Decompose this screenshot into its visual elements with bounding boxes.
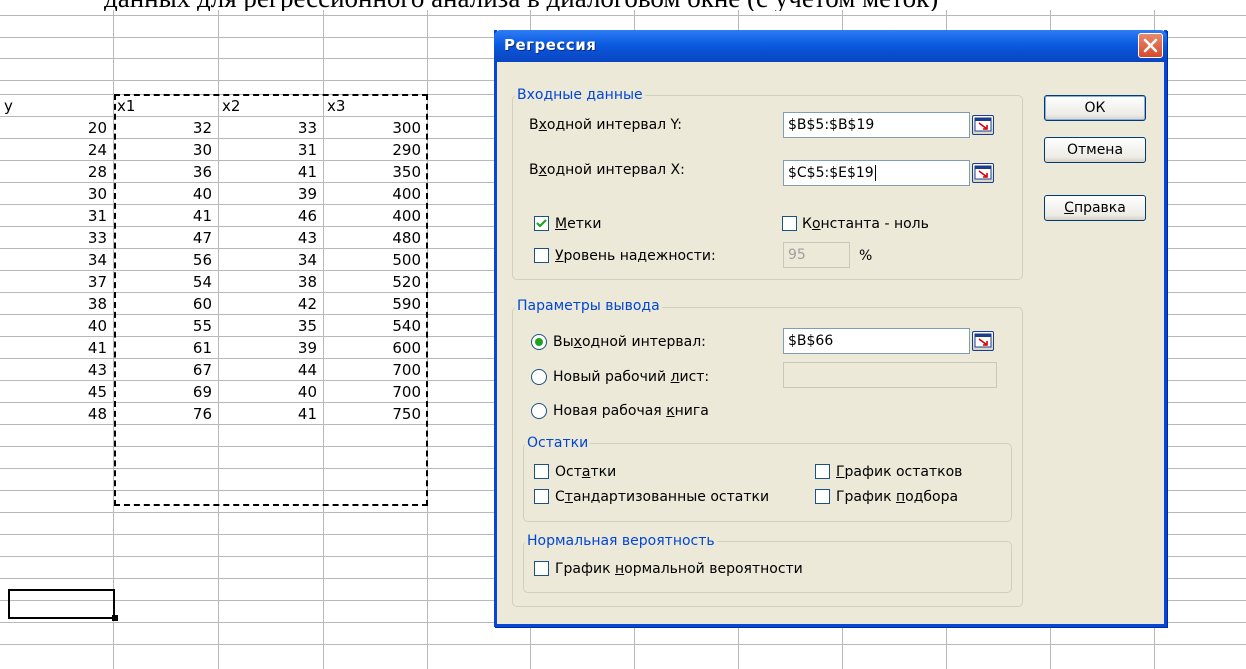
close-button[interactable] — [1138, 33, 1163, 58]
confidence-level-checkbox[interactable] — [534, 248, 549, 263]
range-select-icon — [974, 117, 992, 132]
dialog-title: Регрессия — [504, 36, 597, 54]
table-cell[interactable]: 30 — [7, 184, 107, 204]
new-sheet-radio[interactable] — [531, 369, 547, 385]
selection-marquee — [114, 94, 428, 506]
y-range-label: Входной интервал Y: — [529, 117, 682, 133]
dialog-titlebar[interactable]: Регрессия — [494, 30, 1167, 62]
table-cell[interactable]: 43 — [7, 360, 107, 380]
fill-handle[interactable] — [112, 615, 118, 621]
table-cell[interactable]: 45 — [7, 382, 107, 402]
residuals-checkbox[interactable] — [534, 464, 549, 479]
percent-sign: % — [859, 248, 873, 264]
residual-plot-label: График остатков — [836, 464, 963, 480]
constant-zero-checkbox[interactable] — [782, 216, 797, 231]
new-sheet-label: Новый рабочий лист: — [553, 369, 710, 385]
new-book-radio[interactable] — [531, 403, 547, 419]
normal-probability-legend: Нормальная вероятность — [525, 533, 717, 549]
output-range-label: Выходной интервал: — [553, 334, 706, 350]
standardized-residuals-checkbox[interactable] — [534, 489, 549, 504]
output-options-legend: Параметры вывода — [515, 298, 662, 314]
gridline — [0, 15, 1246, 16]
labels-checkbox-label: Метки — [555, 216, 602, 232]
table-cell[interactable]: 28 — [7, 162, 107, 182]
output-range-radio[interactable] — [531, 334, 547, 350]
normal-plot-label: График нормальной вероятности — [555, 561, 803, 577]
table-cell[interactable]: 41 — [7, 338, 107, 358]
y-range-input[interactable]: $B$5:$B$19 — [783, 112, 970, 138]
y-range-collapse-button[interactable] — [972, 115, 994, 135]
close-icon — [1143, 38, 1158, 53]
input-data-legend: Входные данные — [515, 87, 645, 103]
gridline — [0, 644, 1246, 645]
range-select-icon — [974, 165, 992, 180]
ok-button[interactable]: ОК — [1044, 95, 1146, 121]
confidence-level-input[interactable]: 95 — [783, 242, 850, 268]
table-cell[interactable]: 34 — [7, 250, 107, 270]
table-cell[interactable]: 33 — [7, 228, 107, 248]
labels-checkbox[interactable] — [534, 216, 549, 231]
x-range-label: Входной интервал X: — [529, 162, 685, 178]
fit-plot-label: График подбора — [836, 489, 959, 505]
normal-plot-checkbox[interactable] — [534, 561, 549, 576]
table-cell[interactable]: 37 — [7, 272, 107, 292]
standardized-residuals-label: Стандартизованные остатки — [555, 489, 770, 505]
fit-plot-checkbox[interactable] — [815, 489, 830, 504]
output-range-collapse-button[interactable] — [972, 331, 994, 351]
residual-plot-checkbox[interactable] — [815, 464, 830, 479]
help-button[interactable]: Справка — [1044, 195, 1146, 221]
checkmark-icon — [536, 219, 547, 228]
new-book-label: Новая рабочая книга — [553, 403, 709, 419]
table-cell[interactable]: 48 — [7, 404, 107, 424]
output-range-input[interactable]: $B$66 — [783, 328, 970, 354]
residuals-label: Остатки — [555, 464, 617, 480]
header-cell-y[interactable]: y — [4, 96, 104, 116]
residuals-group — [523, 443, 1012, 522]
cancel-button[interactable]: Отмена — [1044, 137, 1146, 163]
x-range-collapse-button[interactable] — [972, 163, 994, 183]
table-cell[interactable]: 20 — [7, 118, 107, 138]
new-sheet-input[interactable] — [783, 362, 997, 388]
table-cell[interactable]: 24 — [7, 140, 107, 160]
table-cell[interactable]: 40 — [7, 316, 107, 336]
residuals-legend: Остатки — [525, 435, 591, 451]
table-cell[interactable]: 38 — [7, 294, 107, 314]
x-range-input[interactable]: $C$5:$E$19 — [783, 160, 970, 186]
regression-dialog: Регрессия Входные данные Входной интерва… — [494, 30, 1167, 627]
range-select-icon — [974, 333, 992, 348]
confidence-level-label: Уровень надежности: — [555, 248, 716, 264]
table-cell[interactable]: 31 — [7, 206, 107, 226]
active-cell[interactable] — [8, 589, 115, 619]
constant-zero-label: Константа - ноль — [802, 216, 929, 232]
